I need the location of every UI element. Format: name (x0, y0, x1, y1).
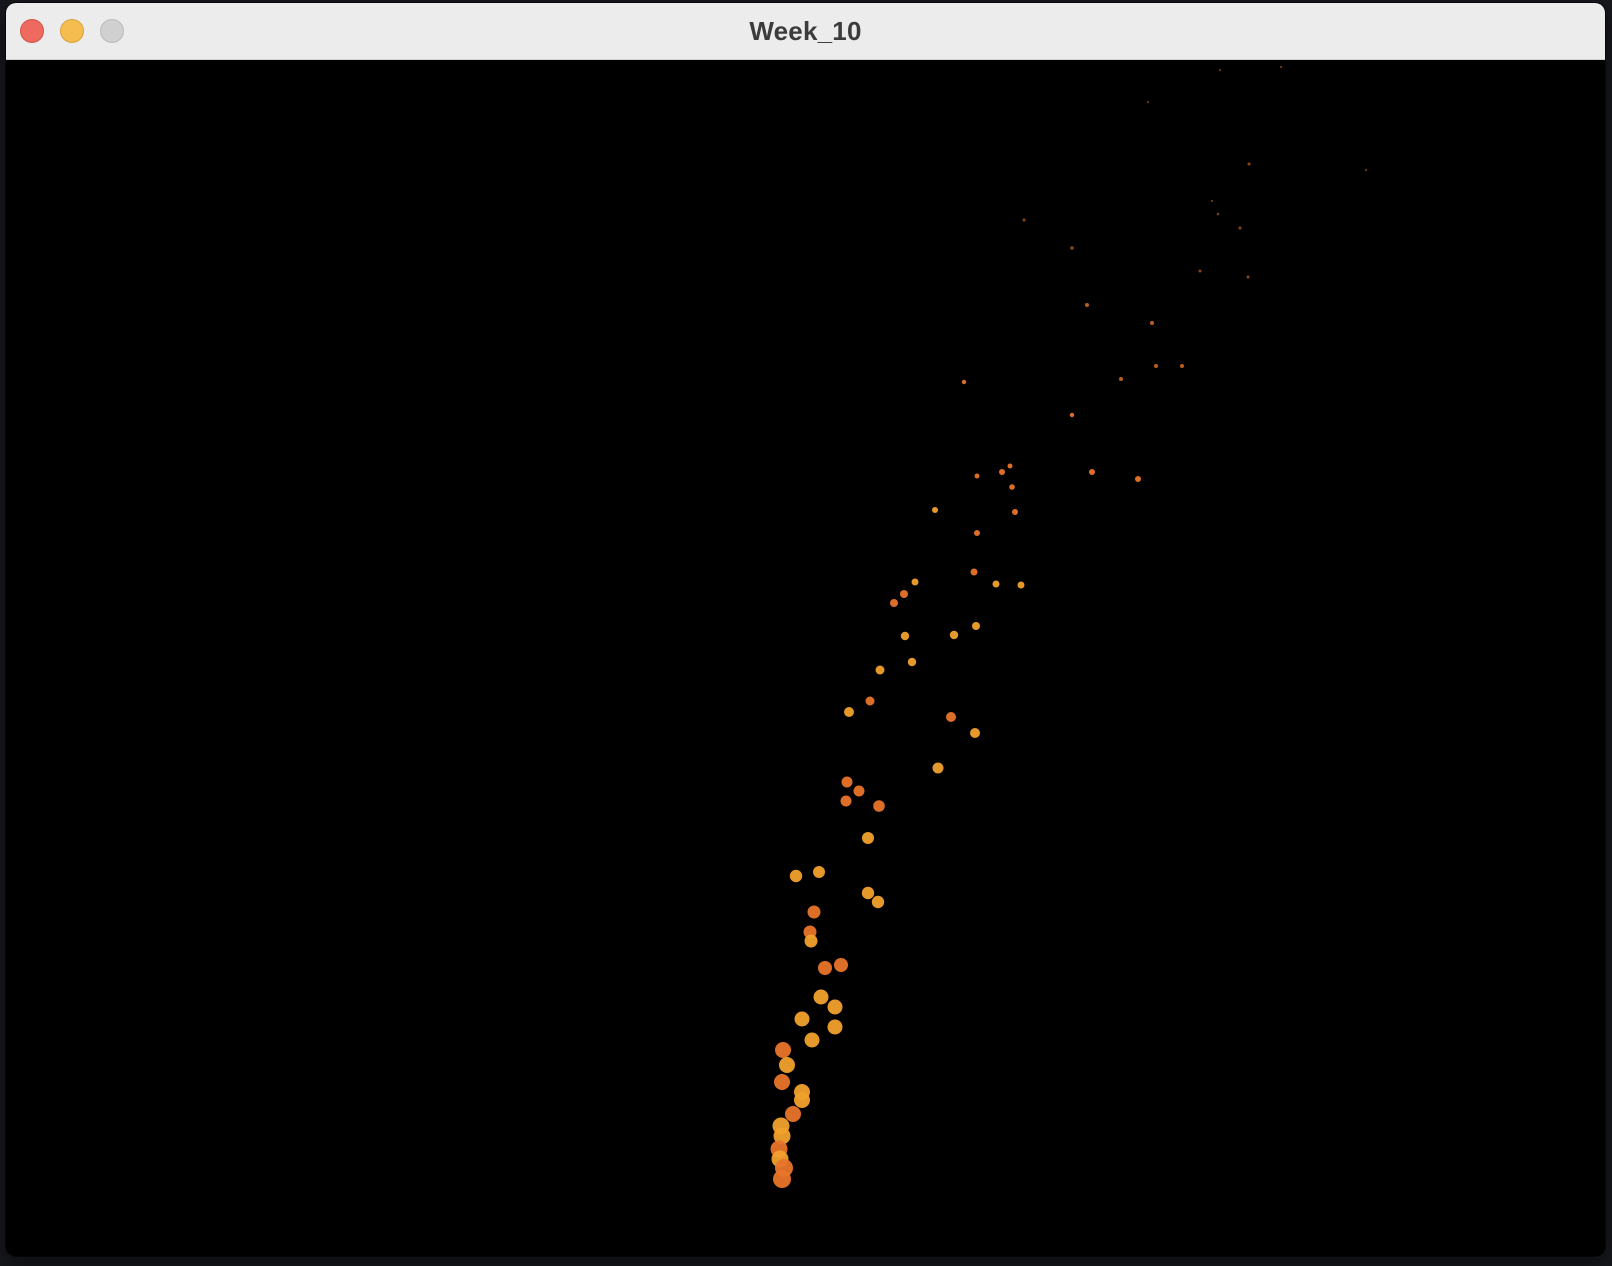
particle-dot (875, 665, 885, 675)
particle-dot (853, 785, 865, 797)
minimize-button[interactable] (60, 19, 84, 43)
particle-dot (813, 866, 825, 878)
particle-dot (841, 776, 853, 788)
particle-dot (807, 905, 821, 919)
particle-dot (946, 712, 956, 722)
particle-dot (871, 895, 885, 909)
sketch-canvas[interactable] (6, 60, 1605, 1256)
particle-dot (862, 832, 874, 844)
particle-dot (1147, 101, 1149, 103)
particle-field (770, 66, 1367, 1188)
zoom-button[interactable] (100, 19, 124, 43)
particle-dot (1017, 581, 1025, 589)
particle-dot (775, 1042, 791, 1058)
particle-dot (900, 631, 910, 641)
particle-dot (932, 762, 944, 774)
app-window: Week_10 (6, 3, 1605, 1256)
particle-dot (1007, 463, 1013, 469)
particle-dot (911, 578, 919, 586)
title-bar[interactable]: Week_10 (6, 3, 1605, 60)
particle-dot (804, 934, 818, 948)
particle-dot (1154, 364, 1158, 368)
particle-dot (1238, 226, 1242, 230)
particle-dot (1119, 377, 1123, 381)
particle-dot (1280, 66, 1282, 68)
particle-dot (932, 507, 938, 513)
particle-dot (1180, 364, 1184, 368)
particle-dot (1085, 303, 1089, 307)
particle-dot (827, 999, 843, 1015)
particle-dot (1009, 484, 1015, 490)
particle-dot (999, 469, 1005, 475)
particle-dot (804, 1032, 820, 1048)
particle-dot (1135, 476, 1141, 482)
particle-dot (865, 696, 875, 706)
particle-dot (873, 800, 885, 812)
particle-dot (1247, 162, 1251, 166)
window-title: Week_10 (749, 15, 862, 46)
particle-dot (834, 958, 848, 972)
particle-dot (779, 1057, 795, 1073)
particle-dot (907, 657, 917, 667)
particle-dot (794, 1092, 810, 1108)
particle-dot (818, 961, 832, 975)
particle-dot (1365, 169, 1367, 171)
particle-dot (861, 886, 875, 900)
window-controls (20, 19, 124, 43)
particle-dot (827, 1019, 843, 1035)
particle-dot (1246, 275, 1250, 279)
particle-dot (970, 728, 980, 738)
particle-dot (970, 568, 978, 576)
particle-dot (949, 630, 959, 640)
close-button[interactable] (20, 19, 44, 43)
particle-dot (992, 580, 1000, 588)
particle-dot (1070, 246, 1074, 250)
particle-dot (785, 1106, 801, 1122)
particle-dot (974, 473, 980, 479)
particle-dot (1089, 469, 1095, 475)
particle-dot (1216, 212, 1220, 216)
particle-dot (961, 379, 967, 385)
particle-dot (1198, 269, 1202, 273)
particle-dot (774, 1074, 790, 1090)
particle-dot (1069, 412, 1075, 418)
particle-dot (844, 707, 854, 717)
particle-dot (773, 1170, 791, 1188)
particle-dot (1219, 69, 1221, 71)
particle-dot (972, 622, 980, 630)
particle-dot (840, 795, 852, 807)
particle-dot (794, 1011, 810, 1027)
particle-dot (1012, 509, 1018, 515)
particle-dot (1022, 218, 1026, 222)
particle-dot (974, 530, 980, 536)
particle-dot (890, 599, 898, 607)
particle-dot (1150, 321, 1154, 325)
particle-dot (813, 989, 829, 1005)
particle-dot (789, 869, 803, 883)
particle-dot (1211, 200, 1213, 202)
particle-dot (900, 590, 908, 598)
